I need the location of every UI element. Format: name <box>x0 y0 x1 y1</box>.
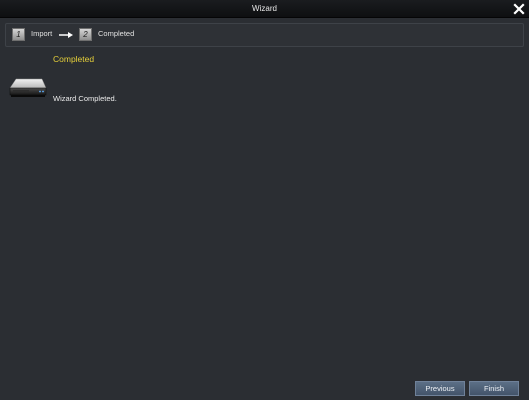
previous-button[interactable]: Previous <box>415 381 465 396</box>
arrow-right-icon <box>59 32 73 38</box>
step-label-completed: Completed <box>98 29 135 38</box>
window-title: Wizard <box>252 4 277 13</box>
step-number-2: 2 <box>79 28 92 41</box>
completion-message: Wizard Completed. <box>53 94 117 103</box>
page-heading: Completed <box>53 54 95 64</box>
step-number-1: 1 <box>12 28 25 41</box>
step-label-import: Import <box>31 29 53 38</box>
title-bar: Wizard <box>0 0 529 18</box>
finish-button[interactable]: Finish <box>469 381 519 396</box>
close-icon <box>513 3 525 15</box>
step-indicator: 1 Import 2 Completed <box>5 23 524 47</box>
hard-drive-icon <box>9 78 47 97</box>
close-button[interactable] <box>513 2 525 15</box>
wizard-body: 1 Import 2 Completed Completed Wizard Co… <box>0 18 529 400</box>
